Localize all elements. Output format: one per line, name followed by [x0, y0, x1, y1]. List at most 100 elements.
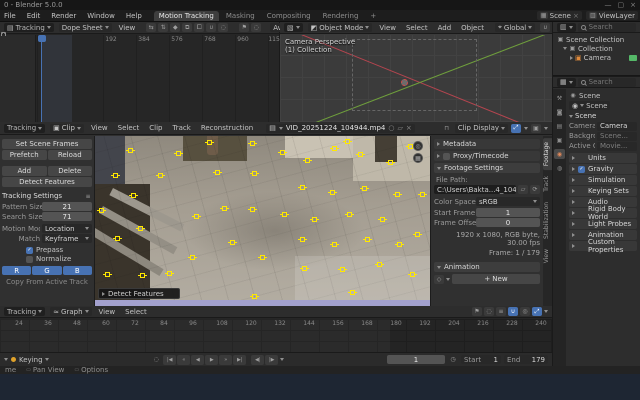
render-tab[interactable]: ◙ [554, 107, 565, 117]
panel-checkbox[interactable] [578, 210, 585, 217]
active-clip-field[interactable]: Movie... [597, 142, 637, 151]
filter-flag-icon[interactable]: ⚑ [239, 23, 249, 32]
collapse-caret-icon[interactable] [570, 56, 573, 60]
close-button[interactable]: × [630, 1, 636, 9]
expand-caret-icon[interactable] [563, 47, 567, 50]
graph-ghost-icon[interactable]: ◌ [484, 307, 494, 316]
metadata-panel-header[interactable]: Metadata [434, 139, 540, 149]
workspace-tab[interactable]: + [365, 11, 381, 21]
properties-type-dropdown[interactable]: ▦ [557, 78, 576, 87]
track-marker[interactable] [377, 262, 382, 267]
file-path-field[interactable]: C:\Users\Bakta...4_104944.mp4 [434, 185, 516, 194]
operator-panel[interactable]: Detect Features [98, 288, 180, 299]
track-marker[interactable] [380, 217, 385, 222]
world-tab[interactable]: ◍ [554, 163, 565, 173]
track-marker[interactable] [365, 237, 370, 242]
channel-toggle-button[interactable]: G [32, 266, 61, 275]
menu-item[interactable]: File [2, 12, 18, 20]
copy-keyframes-icon[interactable]: ⧉ [182, 23, 192, 32]
viewport-menu-item[interactable]: Add [436, 24, 454, 32]
track-marker[interactable] [358, 152, 363, 157]
set-scene-frames-button[interactable]: Set Scene Frames [2, 139, 92, 149]
camera-visibility-icon[interactable] [629, 55, 637, 61]
track-marker[interactable] [158, 173, 163, 178]
track-marker[interactable] [222, 206, 227, 211]
track-marker[interactable] [252, 171, 257, 176]
proxy-checkbox[interactable] [443, 153, 450, 160]
track-marker[interactable] [345, 139, 350, 144]
output-tab[interactable]: ▤ [554, 121, 565, 131]
track-marker[interactable] [302, 266, 307, 271]
properties-panel-header[interactable]: Custom Properties [569, 241, 637, 251]
clip-viewport[interactable]: ◎ ▦ Detect Features [95, 136, 430, 306]
workspace-tab[interactable]: Compositing [262, 11, 316, 21]
current-frame-field[interactable]: 1 [387, 355, 445, 364]
panel-checkbox[interactable] [578, 177, 585, 184]
properties-panel-header[interactable]: Simulation [569, 175, 637, 185]
graph-canvas[interactable]: 2436486072849610812013214415616818019220… [0, 319, 552, 352]
frame-offset-field[interactable]: 0 [476, 218, 540, 227]
outliner-search[interactable]: Search [578, 23, 636, 32]
clip-users-icon[interactable]: ○ [388, 124, 394, 132]
menu-item[interactable]: Window [85, 12, 117, 20]
clip-display-dropdown[interactable]: Clip Display [455, 124, 508, 133]
paste-keyframes-icon[interactable]: ⧠ [194, 23, 204, 32]
clip-sidebar-tab[interactable]: View [543, 245, 552, 267]
start-frame-field[interactable]: 1 [476, 208, 540, 217]
track-marker[interactable] [280, 150, 285, 155]
track-marker[interactable] [250, 207, 255, 212]
track-marker[interactable] [282, 212, 287, 217]
overlays-dropdown-icon[interactable]: ▣ [531, 124, 541, 133]
graph-snap-icon[interactable]: ∪ [508, 307, 518, 316]
panel-checkbox[interactable] [578, 188, 585, 195]
add-marker-button[interactable]: Add [2, 166, 47, 176]
track-marker[interactable] [347, 212, 352, 217]
animation-panel-header[interactable]: Animation [434, 262, 540, 272]
track-marker[interactable] [167, 271, 172, 276]
lock-view-icon[interactable]: ⊓ [442, 124, 452, 133]
track-marker[interactable] [176, 151, 181, 156]
next-keyframe-button[interactable]: » [219, 355, 232, 365]
workspace-tab[interactable]: Masking [221, 11, 260, 21]
panel-checkbox[interactable]: ✓ [578, 166, 585, 173]
playback-sync-icon[interactable]: ⇆ [146, 23, 156, 32]
track-marker[interactable] [140, 273, 145, 278]
panel-checkbox[interactable] [578, 243, 585, 250]
menu-item[interactable]: Render [49, 12, 78, 20]
properties-panel-header[interactable]: Units [569, 153, 637, 163]
viewport-menu-item[interactable]: Select [404, 24, 430, 32]
prefetch-button[interactable]: Prefetch [2, 150, 47, 160]
track-marker[interactable] [131, 193, 136, 198]
track-marker[interactable] [312, 217, 317, 222]
track-marker[interactable] [332, 242, 337, 247]
motion-model-dropdown[interactable]: Location [42, 224, 92, 233]
track-marker[interactable] [128, 148, 133, 153]
track-marker[interactable] [420, 192, 425, 197]
normalize-checkbox[interactable] [26, 256, 33, 263]
viewport-3d-canvas[interactable]: Camera Perspective (1) Collection [280, 35, 552, 122]
track-marker[interactable] [388, 160, 393, 165]
channel-toggle-button[interactable]: B [63, 266, 92, 275]
graph-pivot-icon[interactable]: ◎ [520, 307, 530, 316]
graph-menu-item[interactable]: View [97, 308, 118, 316]
menu-item[interactable]: Help [124, 12, 144, 20]
track-marker[interactable] [250, 141, 255, 146]
keying-dropdown[interactable]: Keying [19, 356, 49, 364]
panel-checkbox[interactable] [578, 221, 585, 228]
mode-dropdown[interactable]: ◩Object Mode [308, 23, 373, 32]
track-marker[interactable] [350, 290, 355, 295]
channel-toggle-button[interactable]: R [2, 266, 31, 275]
start-frame-field[interactable]: Start 1 [461, 355, 501, 364]
track-marker[interactable] [252, 294, 257, 299]
viewport-zoom-button[interactable]: ▦ [413, 153, 423, 163]
workspace-tab[interactable]: Rendering [318, 11, 364, 21]
footage-panel-header[interactable]: Footage Settings [434, 163, 540, 173]
outliner-row-collection[interactable]: ▣ Collection [557, 44, 640, 53]
dope-timeline-area[interactable]: 1923845767689601152 [37, 35, 279, 122]
viewport-menu-item[interactable]: Object [459, 24, 486, 32]
panel-checkbox[interactable] [578, 155, 585, 162]
properties-panel-header[interactable]: ✓ Gravity [569, 164, 637, 174]
scene-tab[interactable]: ◉ [554, 149, 565, 159]
menu-item[interactable]: Edit [25, 12, 43, 20]
snap-magnet-icon[interactable]: ∪ [540, 23, 550, 32]
